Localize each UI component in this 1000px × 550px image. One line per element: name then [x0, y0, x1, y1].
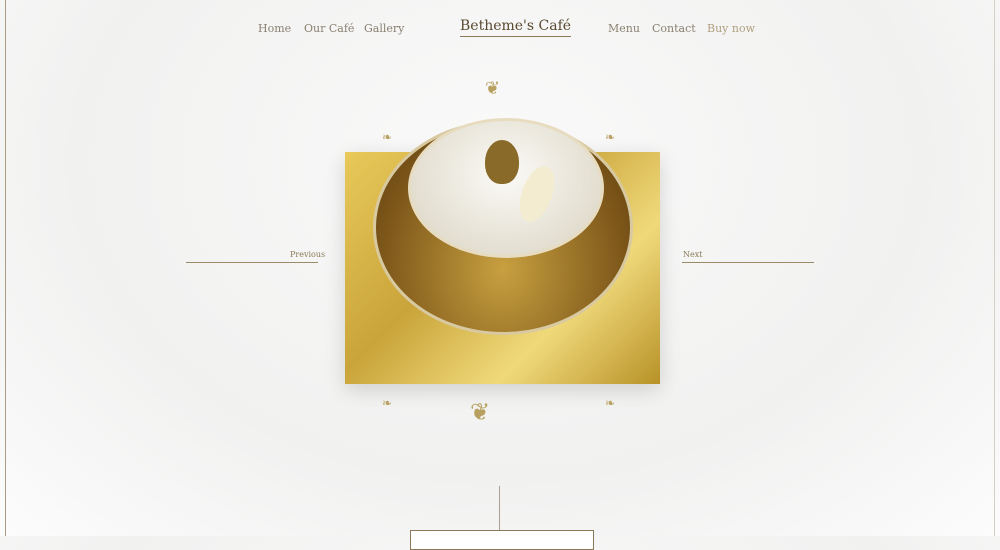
leaf-ornament-icon: ❦ [485, 78, 501, 99]
content-box [410, 530, 594, 550]
leaf-icon: ❧ [382, 396, 393, 410]
brand-logo[interactable]: Betheme's Café [460, 18, 572, 37]
previous-button[interactable]: Previous [290, 250, 325, 259]
dessert-bowl-image [408, 118, 604, 258]
leaf-ornament-icon: ❦ [470, 398, 491, 426]
nav-our-cafe[interactable]: Our Café [304, 22, 354, 35]
nav-menu[interactable]: Menu [608, 22, 640, 35]
leaf-icon: ❧ [605, 396, 616, 410]
leaf-icon: ❧ [382, 130, 393, 144]
fig-image [485, 140, 519, 184]
previous-arrow-icon[interactable] [186, 262, 318, 263]
nav-contact[interactable]: Contact [652, 22, 696, 35]
nav-home[interactable]: Home [258, 22, 291, 35]
scroll-line [499, 486, 500, 530]
nav-buy-now[interactable]: Buy now [707, 22, 755, 35]
next-arrow-icon[interactable] [682, 262, 814, 263]
next-button[interactable]: Next [683, 250, 702, 259]
leaf-icon: ❧ [605, 130, 616, 144]
nav-gallery[interactable]: Gallery [364, 22, 404, 35]
